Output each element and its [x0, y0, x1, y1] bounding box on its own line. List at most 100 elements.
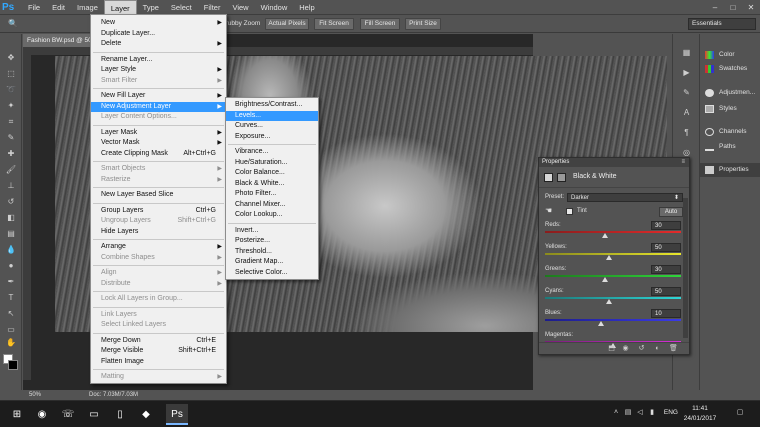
clone-stamp-tool-icon[interactable]: ⊥ [4, 180, 18, 192]
hand-tool-icon[interactable]: ✋ [4, 337, 18, 349]
quick-select-tool-icon[interactable]: ✦ [4, 100, 18, 112]
yellows-slider-track[interactable] [545, 253, 681, 255]
fill-screen-button[interactable]: Fill Screen [360, 18, 400, 30]
layer-menu-item-group-layers[interactable]: Group Layers Ctrl+G [91, 206, 226, 216]
zoom-tool-icon[interactable]: 🔍 [6, 18, 20, 30]
reds-value-input[interactable]: 30 [651, 221, 681, 230]
layer-menu-item-rename-layer[interactable]: Rename Layer... [91, 55, 226, 65]
layer-menu-item-delete[interactable]: Delete ▶ [91, 39, 226, 49]
layer-menu-item-flatten-image[interactable]: Flatten Image [91, 357, 226, 367]
adjustment-item-gradient-map[interactable]: Gradient Map... [226, 257, 318, 267]
brush-presets-icon[interactable]: ✎ [681, 88, 692, 98]
fit-screen-button[interactable]: Fit Screen [314, 18, 354, 30]
windows-start-icon[interactable]: ⊞ [6, 404, 28, 425]
tray-arrow-icon[interactable]: ˄ [612, 408, 620, 417]
panel-color[interactable]: Color [700, 48, 760, 62]
layer-menu-item-merge-visible[interactable]: Merge Visible Shift+Ctrl+E [91, 346, 226, 356]
greens-slider-track[interactable] [545, 275, 681, 277]
document-tab[interactable]: Fashion BW.psd @ 50 [23, 34, 93, 47]
menu-filter[interactable]: Filter [198, 0, 227, 15]
menu-edit[interactable]: Edit [46, 0, 71, 15]
layer-menu-item-layer-mask[interactable]: Layer Mask ▶ [91, 128, 226, 138]
menu-type[interactable]: Type [137, 0, 165, 15]
cyans-value-input[interactable]: 50 [651, 287, 681, 296]
panel-paths[interactable]: Paths [700, 140, 760, 154]
type-tool-icon[interactable]: T [4, 292, 18, 304]
minimize-button[interactable]: – [706, 0, 724, 15]
shape-tool-icon[interactable]: ▭ [4, 324, 18, 336]
properties-tab[interactable]: Properties [542, 158, 569, 167]
close-button[interactable]: ✕ [742, 0, 760, 15]
volume-icon[interactable]: ◁ [636, 408, 644, 417]
panel-swatches[interactable]: Swatches [700, 62, 760, 76]
file-explorer-icon[interactable]: ▭ [83, 404, 105, 425]
battery-icon[interactable]: ▮ [648, 408, 656, 417]
layer-menu-item-new-adjustment-layer[interactable]: New Adjustment Layer ▶ [91, 101, 226, 112]
layer-menu-item-new[interactable]: New ▶ [91, 18, 226, 28]
mask-icon[interactable] [557, 173, 566, 182]
chrome-icon[interactable]: ◉ [31, 404, 53, 425]
yellows-value-input[interactable]: 50 [651, 243, 681, 252]
background-color-swatch[interactable] [8, 360, 18, 370]
adjustment-item-levels[interactable]: Levels... [226, 110, 318, 121]
menu-help[interactable]: Help [293, 0, 320, 15]
yellows-slider-thumb[interactable] [605, 255, 612, 260]
marquee-tool-icon[interactable]: ⬚ [4, 68, 18, 80]
adjustment-item-vibrance[interactable]: Vibrance... [226, 147, 318, 157]
panel-properties[interactable]: Properties [700, 163, 760, 177]
menu-window[interactable]: Window [255, 0, 294, 15]
brush-tool-icon[interactable]: 🖌 [4, 164, 18, 176]
adjustment-item-curves[interactable]: Curves... [226, 121, 318, 131]
layer-menu-item-layer-style[interactable]: Layer Style ▶ [91, 65, 226, 75]
preset-select[interactable]: Darker ⬍ [567, 193, 683, 202]
panel-styles[interactable]: Styles [700, 102, 760, 116]
adjustment-item-photo-filter[interactable]: Photo Filter... [226, 189, 318, 199]
maximize-button[interactable]: □ [724, 0, 742, 15]
layer-menu-item-vector-mask[interactable]: Vector Mask ▶ [91, 138, 226, 148]
menu-layer[interactable]: Layer [103, 0, 137, 15]
cyans-slider-thumb[interactable] [605, 299, 612, 304]
reds-slider-thumb[interactable] [601, 233, 608, 238]
adjustment-item-color-lookup[interactable]: Color Lookup... [226, 210, 318, 220]
panel-adjustments[interactable]: Adjustmen... [700, 86, 760, 100]
properties-scrollbar[interactable] [683, 198, 688, 338]
panel-menu-icon[interactable]: ≡ [681, 158, 685, 167]
adjustment-item-color-balance[interactable]: Color Balance... [226, 168, 318, 178]
file-icon[interactable]: ▯ [109, 404, 131, 425]
print-size-button[interactable]: Print Size [405, 18, 441, 30]
character-icon[interactable]: A [681, 108, 692, 118]
layer-menu-item-create-clipping-mask[interactable]: Create Clipping Mask Alt+Ctrl+G [91, 149, 226, 159]
layer-menu-item-hide-layers[interactable]: Hide Layers [91, 227, 226, 237]
layer-menu-item-duplicate-layer[interactable]: Duplicate Layer... [91, 29, 226, 39]
adjustment-item-hue-saturation[interactable]: Hue/Saturation... [226, 158, 318, 168]
blues-value-input[interactable]: 10 [651, 309, 681, 318]
menu-file[interactable]: File [22, 0, 46, 15]
adjustment-item-invert[interactable]: Invert... [226, 226, 318, 236]
cyans-slider-track[interactable] [545, 297, 681, 299]
path-select-tool-icon[interactable]: ↖ [4, 308, 18, 320]
menu-image[interactable]: Image [71, 0, 104, 15]
notifications-icon[interactable]: ▢ [734, 408, 746, 417]
history-brush-tool-icon[interactable]: ↺ [4, 196, 18, 208]
layer-menu-item-arrange[interactable]: Arrange ▶ [91, 242, 226, 252]
adjustment-item-posterize[interactable]: Posterize... [226, 236, 318, 246]
adjustment-item-channel-mixer[interactable]: Channel Mixer... [226, 200, 318, 210]
eraser-tool-icon[interactable]: ◧ [4, 212, 18, 224]
game-icon[interactable]: ◆ [135, 404, 157, 425]
clock[interactable]: 11:41 24/01/2017 [680, 404, 720, 424]
history-icon[interactable]: ▦ [681, 48, 692, 58]
healing-tool-icon[interactable]: ✚ [4, 148, 18, 160]
layer-menu-item-new-fill-layer[interactable]: New Fill Layer ▶ [91, 91, 226, 101]
layer-menu-item-merge-down[interactable]: Merge Down Ctrl+E [91, 336, 226, 346]
actions-icon[interactable]: ▶ [681, 68, 692, 78]
visibility-icon[interactable]: ◐ [653, 345, 662, 353]
workspace-select[interactable]: Essentials [688, 18, 756, 30]
adjustment-item-black-white[interactable]: Black & White... [226, 179, 318, 189]
targeted-adjustment-hand-icon[interactable]: ☚ [545, 206, 552, 215]
blues-slider-track[interactable] [545, 319, 681, 321]
adjustment-item-exposure[interactable]: Exposure... [226, 132, 318, 142]
reset-icon[interactable]: ↺ [637, 345, 646, 353]
trash-icon[interactable]: 🗑 [669, 345, 678, 353]
language-indicator[interactable]: ENG [664, 409, 678, 416]
dodge-tool-icon[interactable]: ● [4, 260, 18, 272]
